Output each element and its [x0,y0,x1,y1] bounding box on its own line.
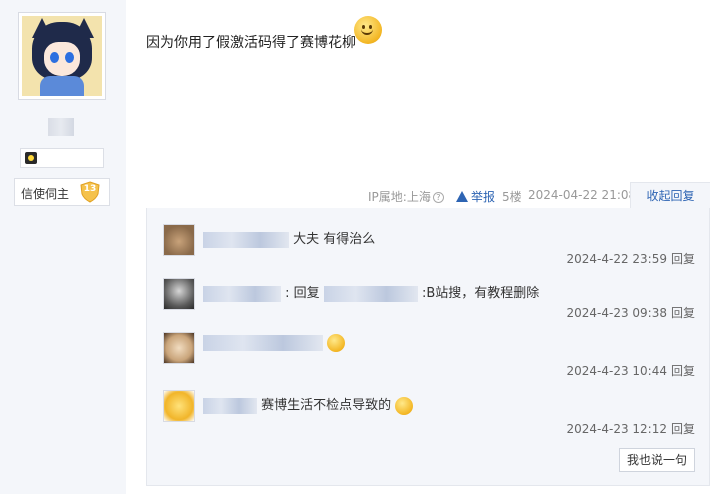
post-datetime: 2024-04-22 21:08 [528,188,637,202]
reply-time: 2024-4-23 12:12 [566,422,667,436]
reply-panel: 大夫 有得治么 2024-4-22 23:59 回复 : 回复 :B站搜，有教程删… [146,208,710,486]
reply-line: 大夫 有得治么 [203,228,375,248]
reply-link[interactable]: 回复 [671,422,695,436]
author-name-blurred[interactable] [48,118,74,136]
reply-meta: 2024-4-22 23:59 回复 [566,250,695,267]
level-number: 13 [83,184,97,194]
smile-emoji-icon [354,16,382,44]
reply-target-blurred[interactable] [323,285,418,302]
reply-meta: 2024-4-23 09:38 回复 [566,304,695,321]
reply-link[interactable]: 回复 [671,364,695,378]
reply-username-blurred[interactable] [203,397,257,414]
badge-icon [25,152,37,164]
reply-pre: : 回复 [285,286,320,301]
reply-avatar[interactable] [163,278,195,310]
reply-username-blurred[interactable] [203,335,323,351]
smile-emoji-icon [395,396,414,415]
reply-avatar[interactable] [163,224,195,256]
avatar-image [22,16,102,96]
help-icon[interactable]: ? [432,192,444,203]
author-level[interactable]: 信使伺主 13 [14,178,110,206]
report-link[interactable]: 举报 [456,188,495,205]
warning-icon [456,191,468,202]
reply-time: 2024-4-23 10:44 [566,364,667,378]
reply-username-blurred[interactable] [203,285,281,302]
level-title: 信使伺主 [21,187,70,201]
reply-avatar[interactable] [163,390,195,422]
author-avatar[interactable] [18,12,106,100]
reply-text: 大夫 有得治么 [293,232,376,247]
author-badge[interactable] [20,148,104,168]
surprised-emoji-icon [327,334,346,352]
reply-link[interactable]: 回复 [671,306,695,320]
reply-text: :B站搜，有教程删除 [421,286,540,301]
post-text: 因为你用了假激活码得了赛博花柳 [146,35,356,51]
reply-line [203,334,346,352]
reply-line: : 回复 :B站搜，有教程删除 [203,282,539,302]
reply-time: 2024-4-23 09:38 [566,306,667,320]
add-reply-button[interactable]: 我也说一句 [619,448,695,472]
reply-avatar[interactable] [163,332,195,364]
reply-meta: 2024-4-23 12:12 回复 [566,420,695,437]
author-sidebar: 信使伺主 13 [0,0,126,494]
reply-time: 2024-4-22 23:59 [566,252,667,266]
floor-number: 5楼 [502,190,522,204]
post-content: 因为你用了假激活码得了赛博花柳 [146,32,356,52]
reply-text: 赛博生活不检点导致的 [261,398,392,413]
collapse-replies-button[interactable]: 收起回复 [630,182,710,208]
reply-meta: 2024-4-23 10:44 回复 [566,362,695,379]
reply-line: 赛博生活不检点导致的 [203,394,414,415]
reply-username-blurred[interactable] [203,231,289,248]
ip-location: IP属地:上海? [368,188,444,205]
reply-link[interactable]: 回复 [671,252,695,266]
